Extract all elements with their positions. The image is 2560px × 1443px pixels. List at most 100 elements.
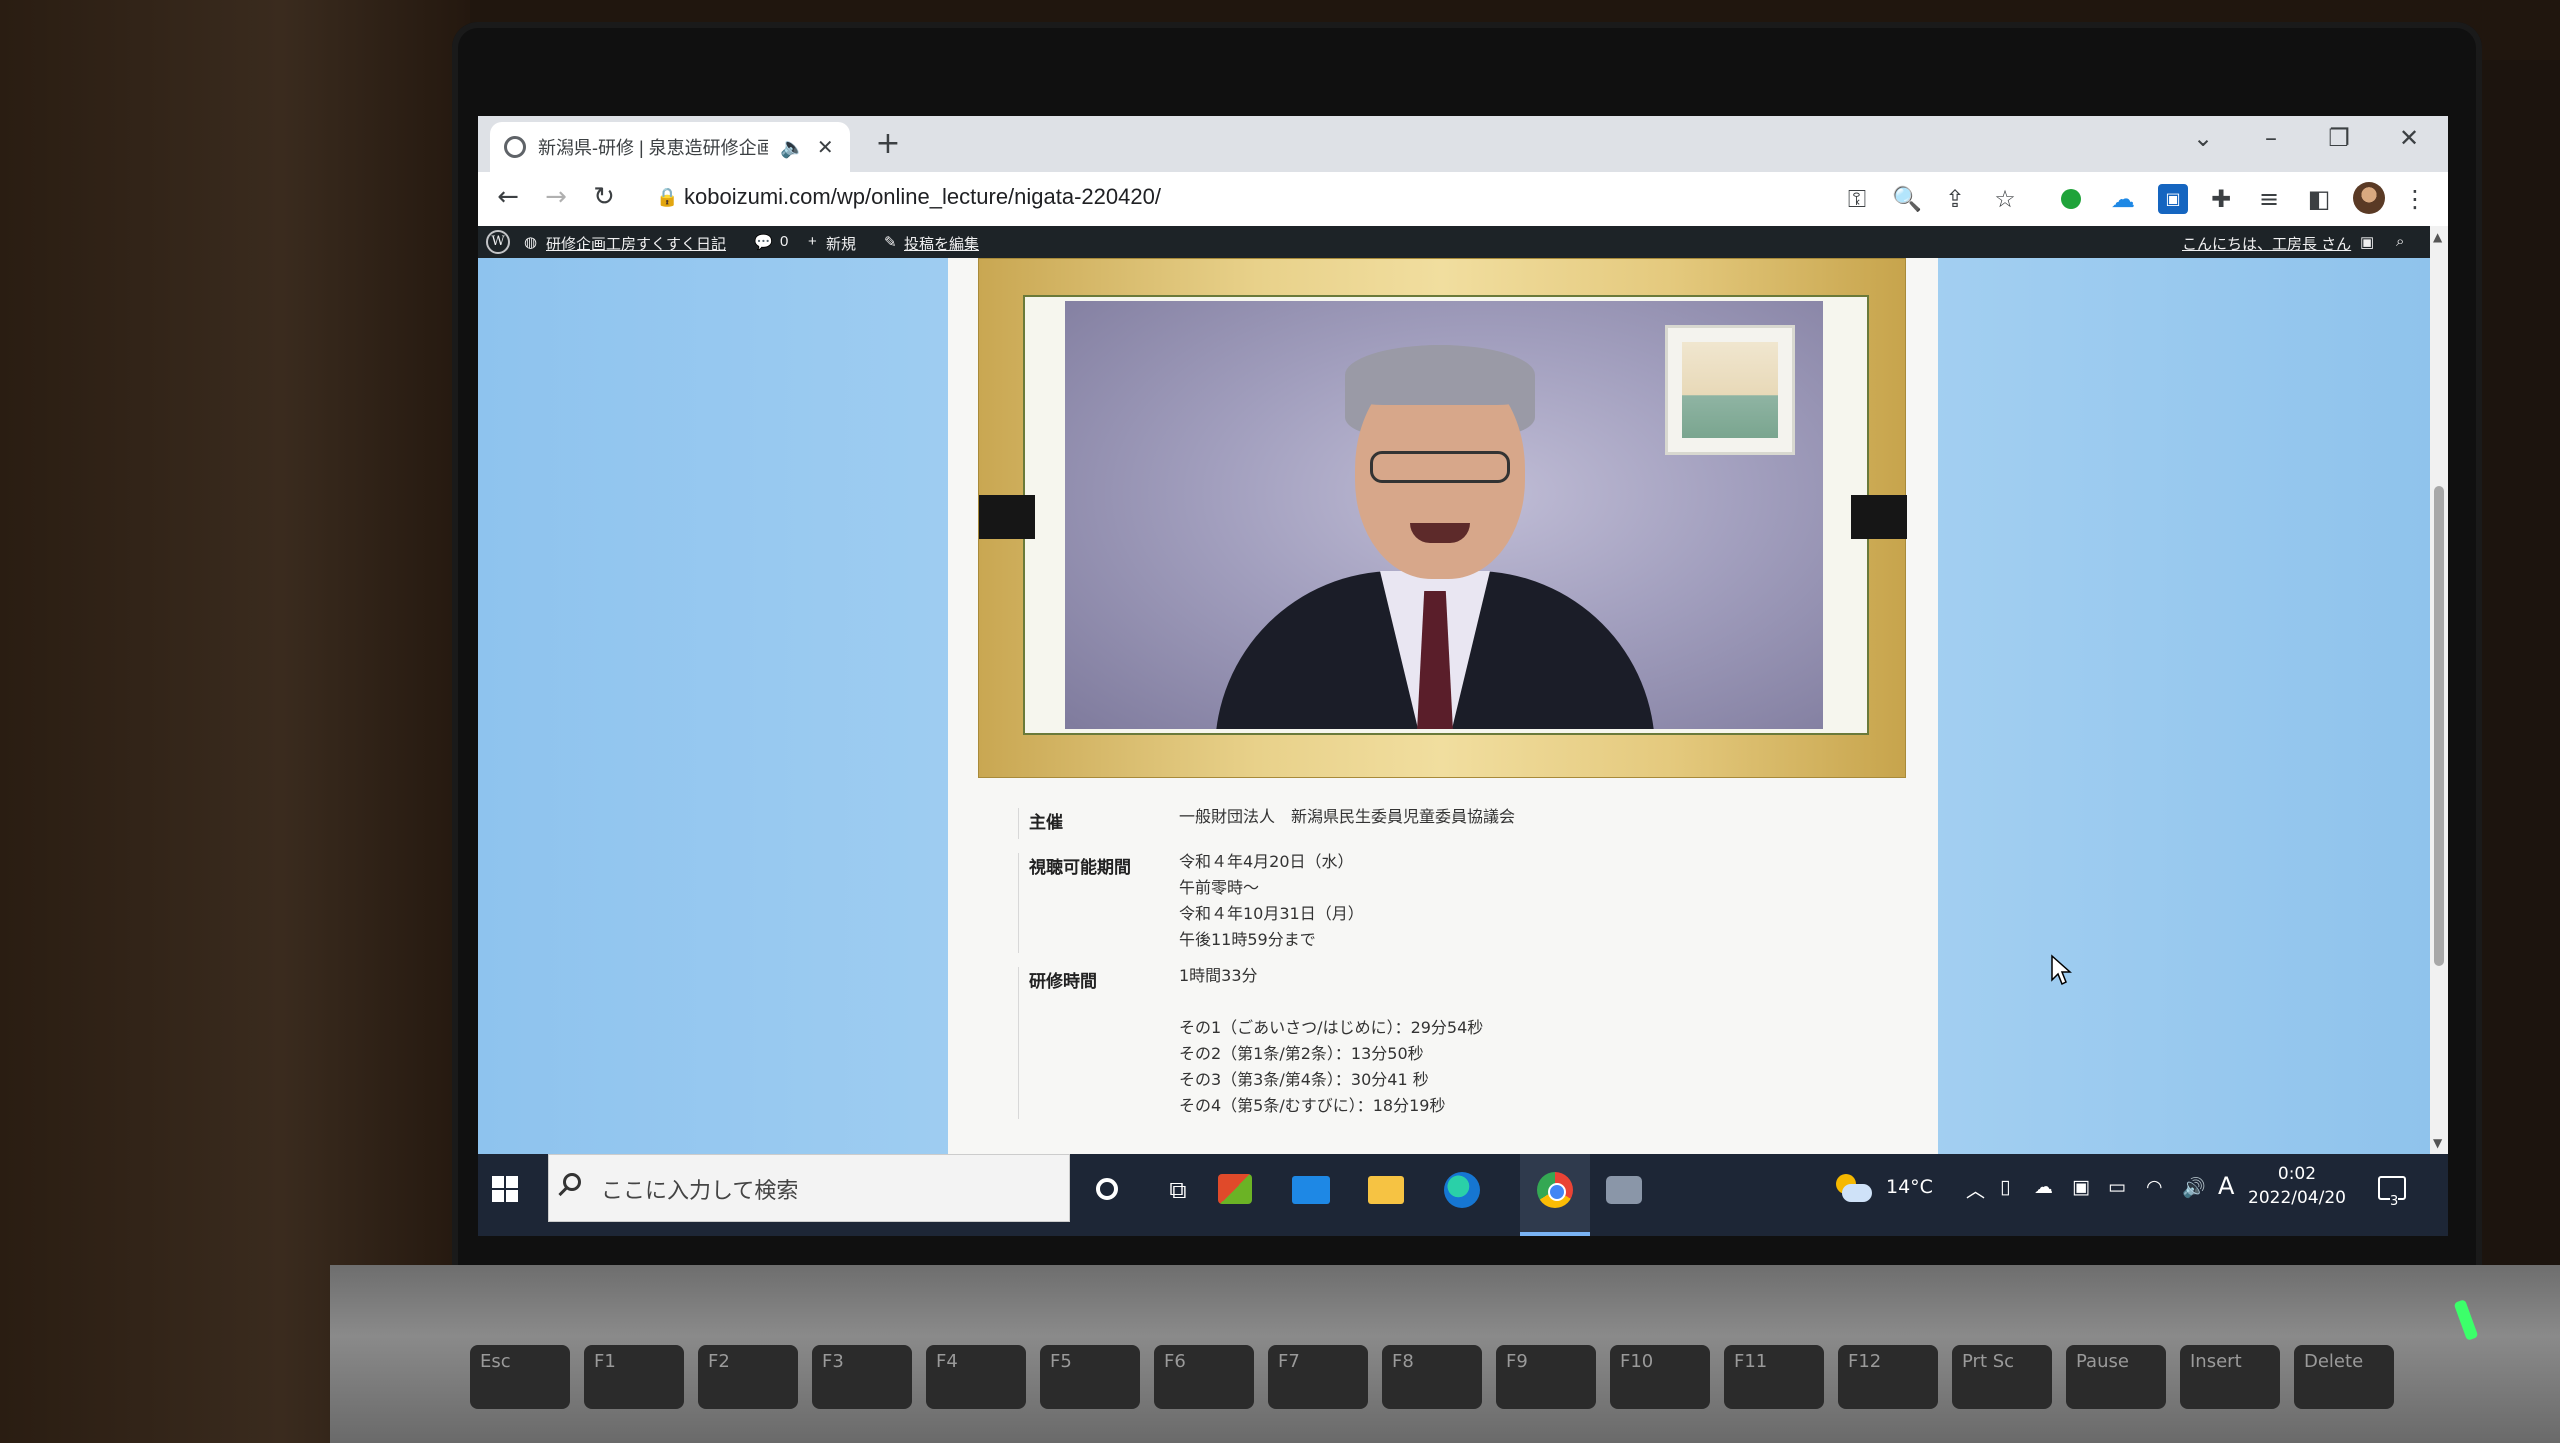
task-view-icon[interactable]: ⧉	[1154, 1166, 1202, 1214]
cloud-extension-icon[interactable]: ☁	[2108, 184, 2138, 214]
keyboard-key: Pause	[2066, 1345, 2166, 1409]
chrome-icon	[1537, 1172, 1573, 1208]
display-icon[interactable]: ▣	[2072, 1176, 2090, 1198]
chrome-taskbar-button[interactable]	[1520, 1154, 1590, 1236]
info-value-line: その3（第3条/第4条）：30分41 秒	[1179, 1070, 1429, 1089]
address-bar[interactable]: 🔒 koboizumi.com/wp/online_lecture/nigata…	[648, 178, 1828, 218]
extension-square-icon[interactable]: ▣	[2158, 184, 2188, 214]
onedrive-icon[interactable]: ☁	[2034, 1176, 2053, 1198]
taskbar-clock[interactable]: 0:02 2022/04/20	[2248, 1162, 2346, 1210]
close-icon[interactable]: ✕	[2384, 124, 2434, 152]
wall-picture	[1665, 325, 1795, 455]
tab-close-icon[interactable]: ✕	[817, 135, 834, 159]
browser-tab[interactable]: 新潟県-研修 | 泉恵造研修企画 🔈 ✕	[490, 122, 850, 172]
keyboard-key: Prt Sc	[1952, 1345, 2052, 1409]
windows-start-icon[interactable]	[492, 1176, 518, 1202]
video-frame	[978, 258, 1907, 778]
chevron-up-icon[interactable]: ︿	[1966, 1176, 1985, 1203]
search-icon	[563, 1173, 581, 1191]
content-column: 主催 一般財団法人 新潟県民生委員児童委員協議会視聴可能期間 令和４年4月20日（水…	[948, 258, 1938, 1154]
lecture-info-table: 主催 一般財団法人 新潟県民生委員児童委員協議会視聴可能期間 令和４年4月20日（水…	[1018, 807, 1718, 1133]
new-tab-button[interactable]: +	[868, 126, 908, 161]
keyboard-key: F2	[698, 1345, 798, 1409]
share-icon[interactable]: ⇪	[1940, 184, 1970, 214]
restore-icon[interactable]: ❐	[2314, 124, 2364, 152]
minimize-icon[interactable]: –	[2246, 124, 2296, 152]
file-explorer-icon[interactable]	[1368, 1176, 1404, 1204]
keyboard-key: F11	[1724, 1345, 1824, 1409]
scroll-up-icon[interactable]: ▲	[2433, 230, 2442, 244]
keyboard-key: Delete	[2294, 1345, 2394, 1409]
speaker-icon[interactable]: 🔈	[780, 135, 805, 159]
kebab-menu-icon[interactable]: ⋮	[2400, 184, 2430, 214]
keyboard-key: F5	[1040, 1345, 1140, 1409]
info-row: 主催 一般財団法人 新潟県民生委員児童委員協議会	[1018, 807, 1718, 839]
lecture-video[interactable]	[1065, 301, 1823, 729]
keyboard-key: F6	[1154, 1345, 1254, 1409]
keyboard-key: F3	[812, 1345, 912, 1409]
forward-button[interactable]: →	[538, 182, 574, 212]
meeting-icon[interactable]: ▯	[2000, 1176, 2010, 1198]
dashboard-icon: ◍	[524, 234, 538, 251]
url-text: koboizumi.com/wp/online_lecture/nigata-2…	[684, 184, 1161, 209]
comment-count[interactable]: 0	[780, 233, 788, 250]
scroll-down-icon[interactable]: ▼	[2433, 1136, 2442, 1150]
wp-admin-bar: W ◍ 研修企画工房すくすく日記 💬 0 + 新規 ✎ 投稿を編集 こんにちは、…	[478, 226, 2430, 258]
wordpress-logo-icon[interactable]: W	[486, 230, 510, 254]
greeting-link[interactable]: こんにちは、工房長 さん	[2182, 233, 2351, 254]
extension-green-icon[interactable]	[2061, 189, 2081, 209]
search-placeholder: ここに入力して検索	[601, 1179, 799, 1204]
battery-icon[interactable]: ▭	[2108, 1176, 2126, 1198]
clock-time: 0:02	[2277, 1164, 2317, 1184]
info-value-line: 令和４年4月20日（水）	[1179, 852, 1354, 871]
frame-clip-left	[979, 495, 1035, 539]
keyboard-key: F9	[1496, 1345, 1596, 1409]
edge-icon[interactable]	[1444, 1172, 1480, 1208]
weather-icon[interactable]	[1834, 1174, 1874, 1204]
clock-date: 2022/04/20	[2248, 1188, 2346, 1208]
profile-avatar[interactable]	[2353, 182, 2385, 214]
keyboard-key: F10	[1610, 1345, 1710, 1409]
puzzle-icon[interactable]: ✚	[2206, 184, 2236, 214]
pencil-icon: ✎	[884, 234, 897, 251]
volume-icon[interactable]: 🔊	[2182, 1176, 2206, 1199]
browser-toolbar: ← → ↻ 🔒 koboizumi.com/wp/online_lecture/…	[478, 172, 2448, 227]
key-icon[interactable]: ⚿	[1842, 184, 1872, 214]
keyboard-key: F4	[926, 1345, 1026, 1409]
info-value-line	[1179, 989, 1483, 1015]
wifi-icon[interactable]: ◠	[2146, 1176, 2163, 1198]
side-panel-icon[interactable]: ◧	[2304, 184, 2334, 214]
reload-button[interactable]: ↻	[586, 182, 622, 212]
weather-temp[interactable]: 14°C	[1886, 1176, 1933, 1198]
scrollbar-thumb[interactable]	[2434, 486, 2444, 966]
info-row: 研修時間 1時間33分 その1（ごあいさつ/はじめに）：29分54秒 その2（第1条/…	[1018, 966, 1718, 1119]
site-name-link[interactable]: 研修企画工房すくすく日記	[546, 233, 726, 254]
search-icon[interactable]: ⌕	[2396, 233, 2404, 250]
edit-post-link[interactable]: 投稿を編集	[904, 233, 979, 254]
keyboard-key: F8	[1382, 1345, 1482, 1409]
chevron-down-icon[interactable]: ⌄	[2178, 124, 2228, 152]
page-scrollbar[interactable]: ▲ ▼	[2430, 226, 2448, 1154]
reading-list-icon[interactable]: ≡	[2254, 184, 2284, 214]
info-label: 視聴可能期間	[1029, 858, 1131, 878]
keyboard-key: F7	[1268, 1345, 1368, 1409]
function-key-row: Esc F1 F2 F3 F4 F5 F6 F7 F8 F9 F10 F11 F12 Prt Sc Paus…	[470, 1345, 2550, 1415]
cortana-icon[interactable]	[1096, 1178, 1118, 1200]
taskbar-search-input[interactable]: ここに入力して検索	[548, 1154, 1070, 1222]
camera-icon[interactable]	[1606, 1176, 1642, 1204]
info-value-line: その4（第5条/むすびに）：18分19秒	[1179, 1096, 1446, 1115]
bookmark-star-icon[interactable]: ☆	[1990, 184, 2020, 214]
lock-icon: 🔒	[656, 187, 679, 208]
zoom-icon[interactable]: 🔍	[1892, 184, 1922, 214]
keyboard-key: Esc	[470, 1345, 570, 1409]
info-value-line: 令和４年10月31日（月）	[1179, 904, 1364, 923]
frame-clip-right	[1851, 495, 1907, 539]
store-icon[interactable]	[1218, 1174, 1252, 1204]
new-content-link[interactable]: 新規	[826, 233, 856, 254]
lecturer-hair-top	[1345, 345, 1535, 405]
comment-icon[interactable]: 💬	[754, 233, 773, 251]
user-avatar-icon[interactable]: ▣	[2360, 233, 2374, 251]
back-button[interactable]: ←	[490, 182, 526, 212]
ime-indicator[interactable]: A	[2218, 1172, 2234, 1200]
mail-icon[interactable]	[1292, 1176, 1330, 1204]
